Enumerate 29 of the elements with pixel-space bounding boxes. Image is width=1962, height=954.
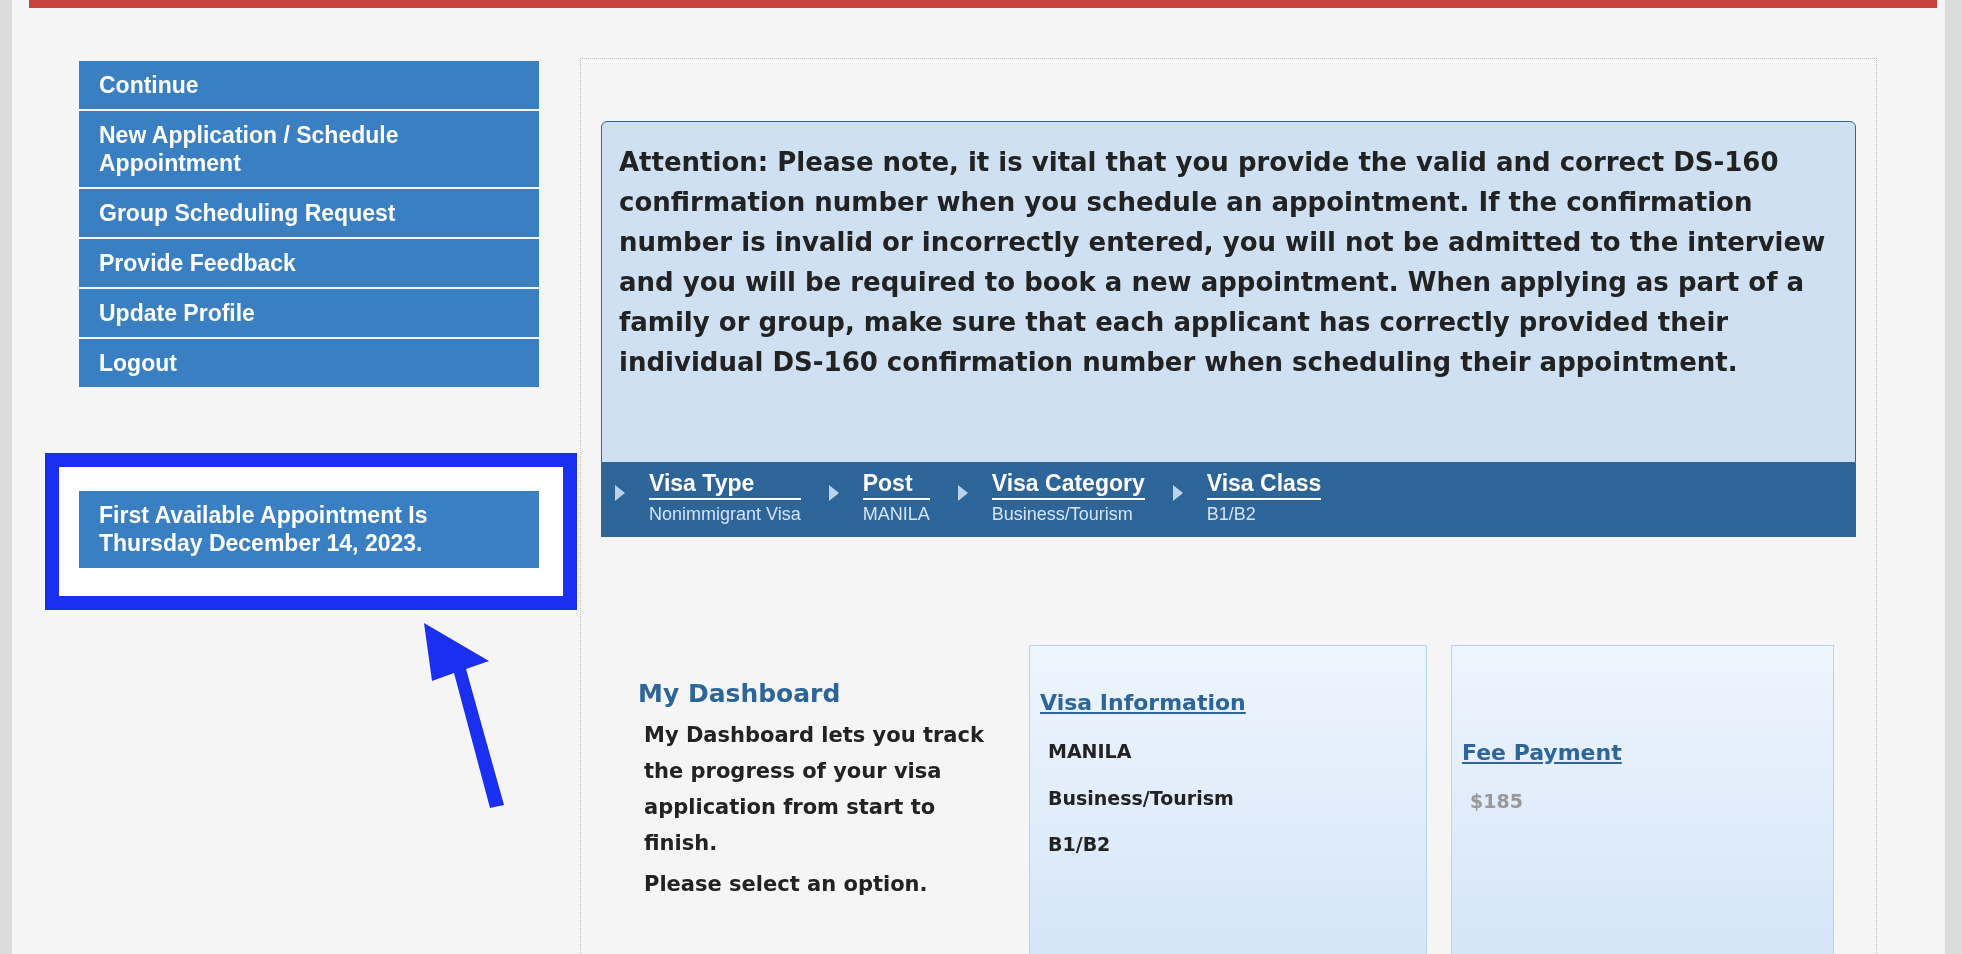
card-link[interactable]: Fee Payment [1462, 736, 1833, 769]
step-label: Visa Class [1206, 469, 1322, 500]
first-available-notice: First Available Appointment Is Thursday December 14, 2023. [79, 491, 539, 568]
triangle-icon [615, 485, 625, 501]
menu-link[interactable]: Group Scheduling Request [79, 189, 539, 237]
menu-link[interactable]: Continue [79, 61, 539, 109]
card-detail: B1/B2 [1048, 832, 1112, 857]
triangle-icon [1172, 485, 1183, 501]
menu-link[interactable]: Logout [79, 339, 539, 387]
menu-link[interactable]: Provide Feedback [79, 239, 539, 287]
dashboard-prompt: Please select an option. [643, 870, 929, 898]
card-detail: MANILA [1048, 739, 1133, 764]
triangle-icon [957, 485, 968, 501]
dashboard-description: My Dashboard lets you track the progress of your visa application from start to finish. [643, 721, 985, 857]
step-value: Nonimmigrant Visa [649, 503, 801, 526]
attention-notice: Attention: Please note, it is vital that you provide the valid and correct DS-160 confirmation number when you schedule an appointment. If the confirmation number is invalid or incorrectly entered, you will not be admitted to the interview and you will be required to book a new appointment. When applying as part of a family or group, make sure that each applicant has correctly provided their individual DS-160 confirmation number when scheduling their appointment. [601, 121, 1856, 463]
menu-link[interactable]: New Application / Schedule Appointment [79, 111, 539, 187]
card-link[interactable]: Visa Information [1040, 686, 1426, 719]
card-detail: $185 [1470, 789, 1524, 814]
menu-link[interactable]: Update Profile [79, 289, 539, 337]
triangle-icon [828, 485, 839, 501]
card-detail: Business/Tourism [1048, 785, 1235, 811]
step-value: Business/Tourism [991, 503, 1134, 526]
step-value: B1/B2 [1206, 503, 1257, 526]
step-value: MANILA [862, 503, 930, 526]
step-label: Post [862, 469, 930, 500]
step-label: Visa Category [991, 469, 1145, 500]
step-label: Visa Type [649, 469, 801, 500]
dashboard-title: My Dashboard [638, 678, 842, 710]
